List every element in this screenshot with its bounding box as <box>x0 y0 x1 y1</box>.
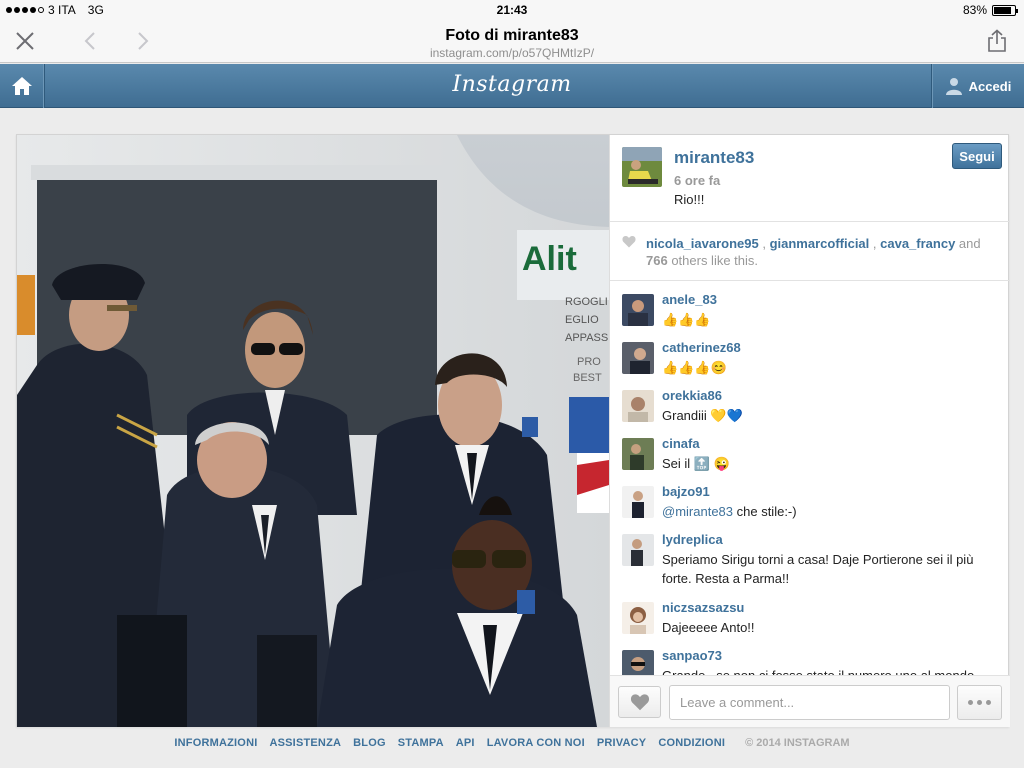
thumbs-up-icon: 👍 <box>662 360 679 375</box>
follow-button[interactable]: Segui <box>952 143 1002 169</box>
comment-username[interactable]: orekkia86 <box>662 388 722 403</box>
likes-separator: , <box>758 236 770 251</box>
comment-username[interactable]: lydreplica <box>662 532 723 547</box>
likes-suffix: others like this. <box>667 253 759 268</box>
footer: INFORMAZIONI ASSISTENZA BLOG STAMPA API … <box>0 737 1024 749</box>
commenter-avatar[interactable] <box>622 650 654 675</box>
footer-links: INFORMAZIONI ASSISTENZA BLOG STAMPA API … <box>174 737 849 749</box>
comment-text: Sei il 🔝 😜 <box>662 454 998 473</box>
smile-icon: 😊 <box>710 360 727 375</box>
page-title-block: Foto di mirante83 instagram.com/p/o57QHM… <box>0 27 1024 60</box>
heart-icon <box>630 694 649 711</box>
comment-username[interactable]: bajzo91 <box>662 484 710 499</box>
footer-link-privacy[interactable]: PRIVACY <box>597 737 646 749</box>
commenter-avatar[interactable] <box>622 390 654 422</box>
post-photo[interactable]: Alit RGOGLI EGLIO APPASS PRO BEST <box>17 135 609 727</box>
likes-count[interactable]: 766 <box>646 253 668 268</box>
instagram-header: Instagram Accedi <box>0 64 1024 108</box>
instagram-logo[interactable]: Instagram <box>0 72 1024 97</box>
heart-icon <box>622 236 636 248</box>
mention-link[interactable]: @mirante83 <box>662 504 733 519</box>
thumbs-up-icon: 👍 <box>694 312 711 327</box>
user-icon <box>945 78 962 95</box>
status-time: 21:43 <box>496 3 528 17</box>
footer-link-informazioni[interactable]: INFORMAZIONI <box>174 737 257 749</box>
comment-text: Dajeeeee Anto!! <box>662 620 755 635</box>
footer-link-assistenza[interactable]: ASSISTENZA <box>269 737 341 749</box>
post-caption: Rio!!! <box>674 192 705 207</box>
login-button[interactable]: Accedi <box>931 64 1024 108</box>
comment-username[interactable]: sanpao73 <box>662 648 722 663</box>
thumbs-up-icon: 👍 <box>662 312 679 327</box>
blue-heart-icon: 💙 <box>726 408 743 423</box>
battery-percent: 83% <box>962 3 987 17</box>
liker-link[interactable]: cava_francy <box>880 236 955 251</box>
svg-text:PRO: PRO <box>577 356 601 368</box>
yellow-heart-icon: 💛 <box>710 408 727 423</box>
comment-text: 👍👍👍 <box>662 310 998 329</box>
login-label: Accedi <box>968 78 1012 94</box>
svg-text:BEST: BEST <box>573 372 602 384</box>
top-icon: 🔝 <box>693 456 710 471</box>
like-button[interactable] <box>618 686 661 718</box>
comment-username[interactable]: catherinez68 <box>662 340 741 355</box>
more-options-button[interactable] <box>957 685 1002 720</box>
footer-link-api[interactable]: API <box>456 737 475 749</box>
svg-text:RGOGLI: RGOGLI <box>565 296 608 308</box>
likes-and: and <box>955 236 981 251</box>
footer-copyright: © 2014 INSTAGRAM <box>745 737 850 749</box>
commenter-avatar[interactable] <box>622 534 654 566</box>
footer-link-condizioni[interactable]: CONDIZIONI <box>658 737 725 749</box>
owner-username[interactable]: mirante83 <box>674 148 754 168</box>
share-icon[interactable] <box>984 28 1010 54</box>
svg-text:Alit: Alit <box>522 240 577 278</box>
liker-link[interactable]: gianmarcofficial <box>770 236 870 251</box>
comment-text: 👍👍👍😊 <box>662 358 998 377</box>
status-right: 83% <box>962 3 1018 17</box>
post-card: Alit RGOGLI EGLIO APPASS PRO BEST mirant… <box>16 134 1010 727</box>
comment-text: @mirante83 che stile:-) <box>662 502 998 521</box>
comment-body: Sei il <box>662 456 694 471</box>
commenter-avatar[interactable] <box>622 438 654 470</box>
owner-avatar[interactable] <box>622 147 662 187</box>
footer-link-lavora-con-noi[interactable]: LAVORA CON NOI <box>487 737 585 749</box>
comment-username[interactable]: niczsazsazsu <box>662 600 744 615</box>
comment-body: che stile:-) <box>733 504 797 519</box>
thumbs-up-icon: 👍 <box>678 312 695 327</box>
wink-tongue-icon: 😜 <box>713 456 730 471</box>
thumbs-up-icon: 👍 <box>694 360 711 375</box>
svg-text:EGLIO: EGLIO <box>565 314 599 326</box>
commenter-avatar[interactable] <box>622 342 654 374</box>
post-sidebar: mirante83 6 ore fa Rio!!! Segui nicola_i… <box>609 135 1010 727</box>
comment-username[interactable]: cinafa <box>662 436 700 451</box>
status-bar: 3 ITA 3G 21:43 83% <box>0 0 1024 20</box>
comment-composer <box>610 675 1010 727</box>
thumbs-up-icon: 👍 <box>678 360 695 375</box>
footer-link-stampa[interactable]: STAMPA <box>398 737 444 749</box>
browser-toolbar: Foto di mirante83 instagram.com/p/o57QHM… <box>0 20 1024 63</box>
commenter-avatar[interactable] <box>622 294 654 326</box>
comment-text: Speriamo Sirigu torni a casa! Daje Porti… <box>662 552 974 586</box>
post-owner: mirante83 6 ore fa Rio!!! Segui <box>610 135 1010 222</box>
likes-text: nicola_iavarone95 , gianmarcofficial , c… <box>646 235 996 269</box>
comments-list[interactable]: anele_83 👍👍👍 catherinez68 👍👍👍😊 orekkia86… <box>610 282 1010 675</box>
likes-separator: , <box>869 236 881 251</box>
comment-input[interactable] <box>669 685 950 720</box>
svg-text:APPASS: APPASS <box>565 332 608 344</box>
comment-text: Grande...se non ci fosse stato il numero… <box>662 666 998 675</box>
battery-icon <box>992 4 1018 16</box>
commenter-avatar[interactable] <box>622 486 654 518</box>
likes-summary: nicola_iavarone95 , gianmarcofficial , c… <box>610 223 1010 281</box>
post-time: 6 ore fa <box>674 173 721 188</box>
page-title: Foto di mirante83 <box>445 27 579 44</box>
comment-body: Grandiii <box>662 408 711 423</box>
page-url[interactable]: instagram.com/p/o57QHMtIzP/ <box>0 46 1024 60</box>
commenter-avatar[interactable] <box>622 602 654 634</box>
comment-username[interactable]: anele_83 <box>662 292 717 307</box>
liker-link[interactable]: nicola_iavarone95 <box>646 236 759 251</box>
comment-text: Grandiii 💛💙 <box>662 406 998 425</box>
footer-link-blog[interactable]: BLOG <box>353 737 386 749</box>
